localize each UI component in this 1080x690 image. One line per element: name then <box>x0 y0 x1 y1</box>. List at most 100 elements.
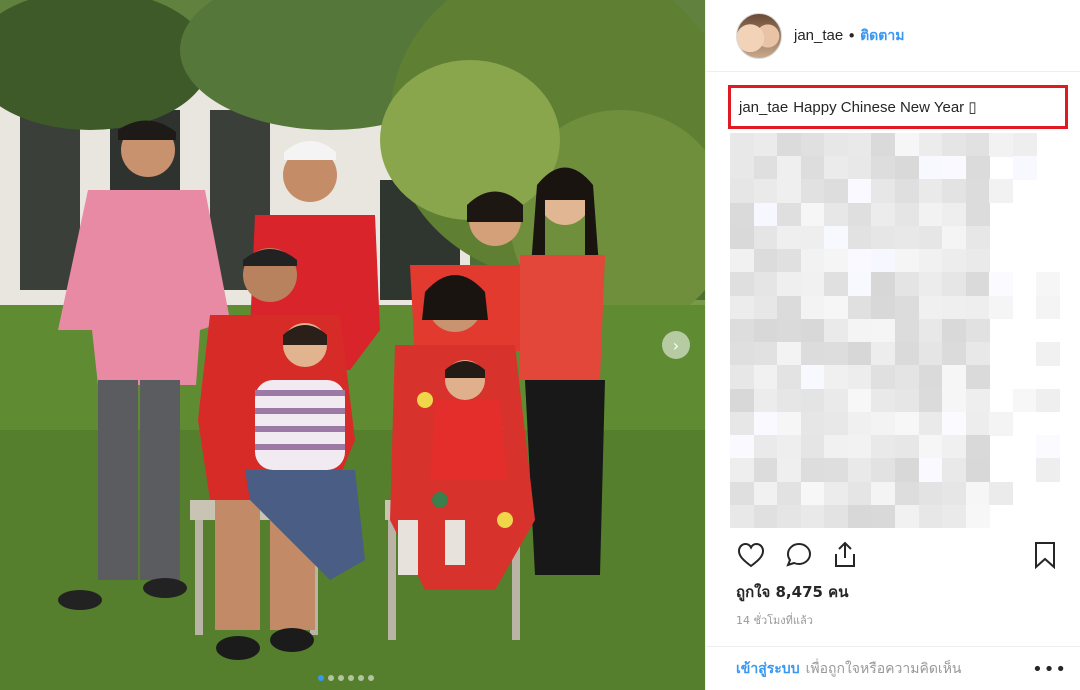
blur-cell <box>730 435 755 459</box>
blur-cell <box>942 411 967 436</box>
family-photo-illustration <box>0 0 705 690</box>
heart-icon[interactable] <box>736 540 766 570</box>
username-link[interactable]: jan_tae <box>794 27 843 44</box>
blur-cell <box>965 435 990 459</box>
blur-cell <box>777 133 802 157</box>
blur-cell <box>942 225 967 250</box>
post-timestamp[interactable]: 14 ชั่วโมงที่แล้ว <box>736 611 813 629</box>
blur-cell <box>800 318 825 343</box>
blur-cell <box>989 411 1014 436</box>
blur-cell <box>753 481 778 506</box>
blur-cell <box>871 458 896 483</box>
blur-cell <box>871 388 896 413</box>
caption: jan_tae Happy Chinese New Year ▯ <box>739 98 977 116</box>
blur-cell <box>965 202 990 227</box>
more-options-icon[interactable]: ••• <box>1032 659 1067 680</box>
blur-cell <box>918 435 943 459</box>
blur-cell <box>965 318 990 343</box>
blur-cell <box>847 458 872 483</box>
blur-cell <box>800 342 825 366</box>
blur-cell <box>753 504 778 529</box>
blur-cell <box>777 388 802 413</box>
blur-cell <box>895 202 920 227</box>
blur-cell <box>800 388 825 413</box>
blur-cell <box>800 481 825 506</box>
blur-cell <box>871 342 896 366</box>
separator-dot: • <box>847 26 857 45</box>
blurred-comments <box>730 133 1061 529</box>
blur-cell <box>800 458 825 483</box>
blur-cell <box>847 365 872 390</box>
blur-cell <box>918 179 943 204</box>
blur-cell <box>824 133 849 157</box>
blur-cell <box>730 295 755 320</box>
blur-cell <box>1036 295 1061 320</box>
blur-cell <box>871 365 896 390</box>
blur-cell <box>824 202 849 227</box>
bookmark-icon[interactable] <box>1030 540 1060 570</box>
blur-cell <box>753 318 778 343</box>
blur-cell <box>800 272 825 297</box>
blur-cell <box>918 458 943 483</box>
blur-cell <box>965 225 990 250</box>
blur-cell <box>824 295 849 320</box>
blur-cell <box>895 133 920 157</box>
blur-cell <box>871 272 896 297</box>
blur-cell <box>942 249 967 273</box>
blur-cell <box>918 156 943 180</box>
blur-cell <box>777 249 802 273</box>
blur-cell <box>965 342 990 366</box>
blur-cell <box>965 481 990 506</box>
post-photo[interactable]: › <box>0 0 705 690</box>
blur-cell <box>918 295 943 320</box>
comment-footer: เข้าสู่ระบบ เพื่อถูกใจหรือความคิดเห็น ••… <box>706 646 1080 690</box>
blur-cell <box>847 225 872 250</box>
blur-cell <box>895 435 920 459</box>
chevron-right-icon[interactable]: › <box>662 331 690 359</box>
blur-cell <box>965 504 990 529</box>
blur-cell <box>777 342 802 366</box>
blur-cell <box>847 388 872 413</box>
carousel-dot <box>338 675 344 681</box>
blur-cell <box>824 249 849 273</box>
blur-cell <box>965 249 990 273</box>
likes-count[interactable]: ถูกใจ 8,475 คน <box>736 580 848 604</box>
blur-cell <box>777 318 802 343</box>
blur-cell <box>777 411 802 436</box>
blur-cell <box>918 272 943 297</box>
blur-cell <box>824 156 849 180</box>
blur-cell <box>753 295 778 320</box>
blur-cell <box>824 318 849 343</box>
avatar[interactable] <box>736 12 782 59</box>
blur-cell <box>730 411 755 436</box>
blur-cell <box>777 365 802 390</box>
comment-icon[interactable] <box>784 540 814 570</box>
blur-cell <box>777 504 802 529</box>
login-link[interactable]: เข้าสู่ระบบ <box>736 658 800 680</box>
blur-cell <box>730 179 755 204</box>
blur-cell <box>965 272 990 297</box>
blur-cell <box>895 365 920 390</box>
blur-cell <box>895 272 920 297</box>
blur-cell <box>730 249 755 273</box>
blur-cell <box>895 318 920 343</box>
blur-cell <box>1036 272 1061 297</box>
follow-button[interactable]: ติดตาม <box>860 25 904 47</box>
blur-cell <box>777 225 802 250</box>
blur-cell <box>800 504 825 529</box>
blur-cell <box>730 202 755 227</box>
blur-cell <box>847 295 872 320</box>
blur-cell <box>753 388 778 413</box>
action-bar <box>730 540 1060 572</box>
blur-cell <box>753 133 778 157</box>
blur-cell <box>847 411 872 436</box>
blur-cell <box>895 411 920 436</box>
blur-cell <box>730 156 755 180</box>
blur-cell <box>800 365 825 390</box>
blur-cell <box>895 342 920 366</box>
blur-cell <box>918 249 943 273</box>
share-icon[interactable] <box>830 540 860 570</box>
blur-cell <box>965 133 990 157</box>
caption-username[interactable]: jan_tae <box>739 99 788 116</box>
blur-cell <box>824 365 849 390</box>
